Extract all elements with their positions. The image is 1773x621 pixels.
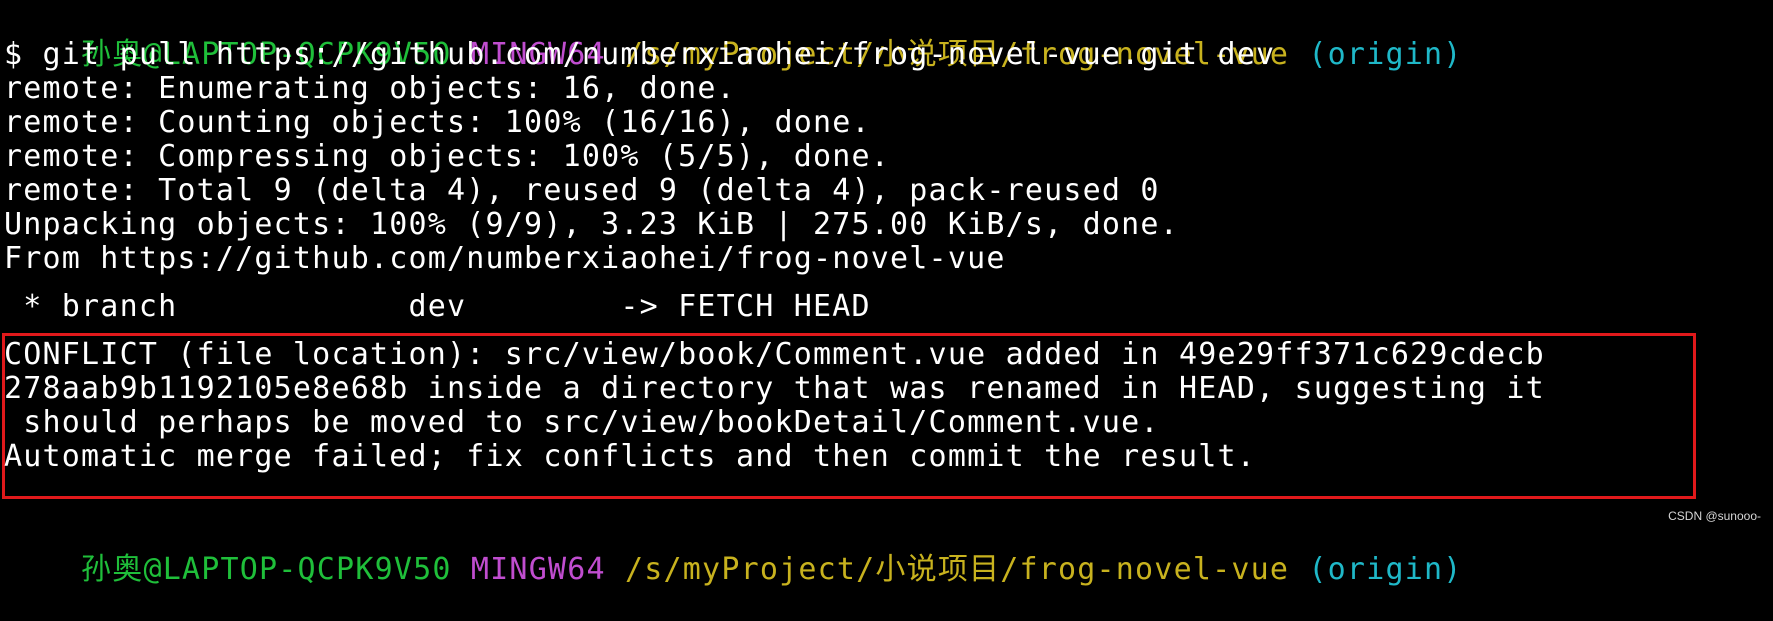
conflict-line: should perhaps be moved to src/view/book… [4, 405, 1160, 440]
prompt-env: MINGW64 [470, 552, 606, 587]
output-line: From https://github.com/numberxiaohei/fr… [4, 241, 1006, 276]
next-prompt-line-cutoff: 孙奥@LAPTOP-QCPK9V50 MINGW64 /s/myProject/… [4, 519, 1463, 587]
output-line: remote: Compressing objects: 100% (5/5),… [4, 139, 891, 174]
terminal-window[interactable]: 孙奥@LAPTOP-QCPK9V50 MINGW64 /s/myProject/… [0, 0, 1773, 587]
prompt-path: /s/myProject/小说项目/frog-novel-vue [625, 552, 1290, 587]
output-line: * branch dev -> FETCH_HEAD [4, 290, 871, 320]
conflict-line: 278aab9b1192105e8e68b inside a directory… [4, 371, 1545, 406]
prompt-branch: (origin) [1308, 37, 1463, 72]
prompt-user-host: 孙奥@LAPTOP-QCPK9V50 [81, 552, 452, 587]
prompt-line: 孙奥@LAPTOP-QCPK9V50 MINGW64 /s/myProject/… [4, 4, 1463, 72]
output-line: remote: Counting objects: 100% (16/16), … [4, 105, 871, 140]
conflict-line: CONFLICT (file location): src/view/book/… [4, 337, 1545, 372]
prompt-branch: (origin) [1308, 552, 1463, 587]
output-line: remote: Total 9 (delta 4), reused 9 (del… [4, 173, 1160, 208]
conflict-line: Automatic merge failed; fix conflicts an… [4, 439, 1256, 474]
output-line: Unpacking objects: 100% (9/9), 3.23 KiB … [4, 207, 1179, 242]
command-line: $ git pull https://github.com/numberxiao… [4, 37, 1276, 72]
watermark: CSDN @sunooo- [1668, 509, 1761, 523]
output-line: remote: Enumerating objects: 16, done. [4, 71, 736, 106]
